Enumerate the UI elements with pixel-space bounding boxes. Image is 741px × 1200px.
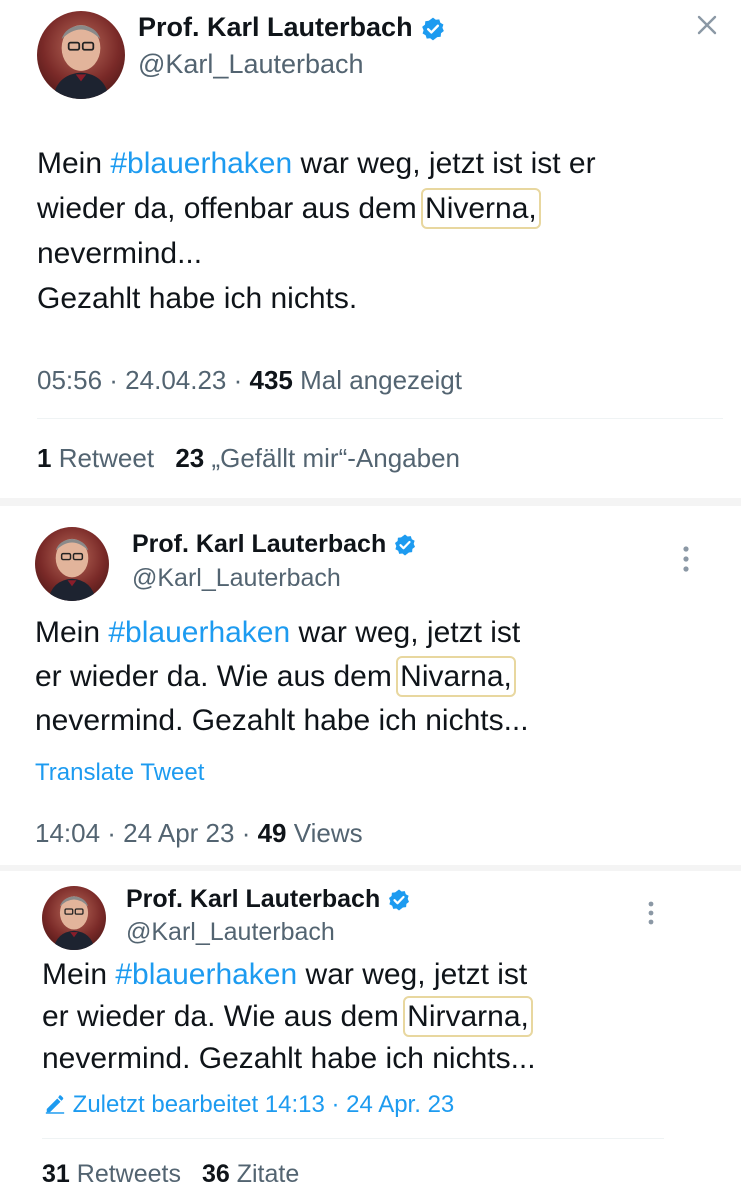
avatar-portrait: [52, 25, 110, 99]
tweet-text: Mein #blauerhaken war weg, jetzt ist er …: [42, 954, 682, 1080]
close-icon[interactable]: [696, 14, 718, 36]
views-label: Views: [286, 818, 363, 848]
retweets-stat[interactable]: 1 Retweet: [37, 443, 154, 473]
verified-badge-icon: [395, 534, 416, 556]
avatar-portrait: [48, 538, 96, 601]
more-vertical-icon[interactable]: [645, 900, 657, 926]
tweet-timestamp[interactable]: 14:04 · 24 Apr 23 · 49 Views: [35, 818, 363, 849]
hashtag-link[interactable]: #blauerhaken: [110, 147, 292, 180]
author-name[interactable]: Prof. Karl Lauterbach: [126, 885, 411, 914]
quotes-stat[interactable]: 36 Zitate: [202, 1160, 299, 1188]
views-count: 435: [249, 365, 293, 395]
author-name-text[interactable]: Prof. Karl Lauterbach: [126, 885, 380, 913]
tweet-text: Mein #blauerhaken war weg, jetzt ist er …: [35, 611, 695, 743]
avatar[interactable]: [37, 11, 125, 99]
retweets-label: Retweets: [69, 1160, 181, 1188]
text-segment: Mein: [37, 147, 111, 180]
tweet-text: Mein #blauerhaken war weg, jetzt ist ist…: [37, 141, 717, 321]
tweet-text-line: nevermind. Gezahlt habe ich nichts...: [42, 1042, 536, 1075]
highlighted-word: Niverna,: [421, 188, 541, 229]
edited-indicator[interactable]: Zuletzt bearbeitet 14:13 · 24 Apr. 23: [44, 1091, 454, 1119]
time-text[interactable]: 05:56 · 24.04.23 ·: [37, 365, 249, 395]
text-segment: er wieder da. Wie aus dem: [35, 660, 401, 693]
text-segment: war weg, jetzt ist: [297, 958, 528, 991]
avatar-portrait: [53, 896, 95, 950]
divider: [37, 418, 723, 419]
verified-badge-icon: [389, 889, 410, 911]
engagement-stats: 31 Retweets 36 Zitate: [42, 1160, 299, 1189]
tweet-text-line: er wieder da. Wie aus dem Nirvarna,: [42, 996, 682, 1038]
tweet-timestamp[interactable]: 05:56 · 24.04.23 · 435 Mal angezeigt: [37, 365, 462, 396]
author-name[interactable]: Prof. Karl Lauterbach: [132, 530, 417, 559]
tweet-text-line: Mein #blauerhaken war weg, jetzt ist: [42, 954, 682, 996]
translate-tweet-link[interactable]: Translate Tweet: [35, 759, 204, 787]
tweet-text-line: nevermind. Gezahlt habe ich nichts...: [35, 704, 529, 737]
quotes-label: Zitate: [229, 1160, 300, 1188]
section-separator: [0, 865, 741, 871]
engagement-stats: 1 Retweet 23 „Gefällt mir“-Angaben: [37, 443, 460, 474]
time-text[interactable]: 14:04 · 24 Apr 23 ·: [35, 818, 258, 848]
retweet-count: 1: [37, 443, 52, 473]
quotes-count: 36: [201, 1160, 230, 1188]
tweet-text-line: Gezahlt habe ich nichts.: [37, 282, 358, 315]
views-label: Mal angezeigt: [292, 365, 462, 395]
verified-badge-icon: [422, 17, 444, 41]
avatar[interactable]: [35, 527, 109, 601]
author-handle[interactable]: @Karl_Lauterbach: [132, 564, 341, 593]
hashtag-link[interactable]: #blauerhaken: [115, 958, 297, 991]
text-segment: Mein: [35, 616, 109, 649]
text-segment: war weg, jetzt ist: [290, 616, 521, 649]
likes-count: 23: [175, 443, 205, 473]
tweet-text-line: wieder da, offenbar aus dem Niverna,: [37, 186, 717, 231]
author-handle[interactable]: @Karl_Lauterbach: [126, 918, 335, 947]
likes-label: „Gefällt mir“-Angaben: [204, 443, 460, 473]
tweet-text-line: Mein #blauerhaken war weg, jetzt ist: [35, 611, 695, 655]
author-name-text[interactable]: Prof. Karl Lauterbach: [138, 12, 413, 42]
more-vertical-icon[interactable]: [680, 545, 692, 573]
edited-label[interactable]: Zuletzt bearbeitet 14:13 · 24 Apr. 23: [73, 1091, 455, 1118]
author-handle[interactable]: @Karl_Lauterbach: [138, 49, 364, 80]
tweet-text-line: er wieder da. Wie aus dem Nivarna,: [35, 655, 695, 699]
text-segment: wieder da, offenbar aus dem: [37, 192, 426, 225]
tweet-text-line: nevermind...: [37, 237, 203, 270]
views-count: 49: [257, 818, 287, 848]
text-segment: Mein: [42, 958, 116, 991]
avatar[interactable]: [42, 886, 106, 950]
text-segment: er wieder da. Wie aus dem: [42, 1000, 408, 1033]
text-segment: war weg, jetzt ist ist er: [292, 147, 596, 180]
highlighted-word: Nivarna,: [396, 656, 516, 697]
tweet-text-line: Mein #blauerhaken war weg, jetzt ist ist…: [37, 141, 717, 186]
retweet-label: Retweet: [51, 443, 155, 473]
highlighted-word: Nirvarna,: [403, 996, 533, 1037]
retweets-stat[interactable]: 31 Retweets: [42, 1160, 181, 1188]
retweets-count: 31: [42, 1160, 70, 1188]
author-name[interactable]: Prof. Karl Lauterbach: [138, 12, 446, 43]
divider: [42, 1138, 664, 1139]
likes-stat[interactable]: 23 „Gefällt mir“-Angaben: [175, 443, 460, 473]
hashtag-link[interactable]: #blauerhaken: [108, 616, 290, 649]
section-separator: [0, 498, 741, 506]
pencil-icon: [45, 1095, 65, 1114]
author-name-text[interactable]: Prof. Karl Lauterbach: [132, 530, 386, 558]
